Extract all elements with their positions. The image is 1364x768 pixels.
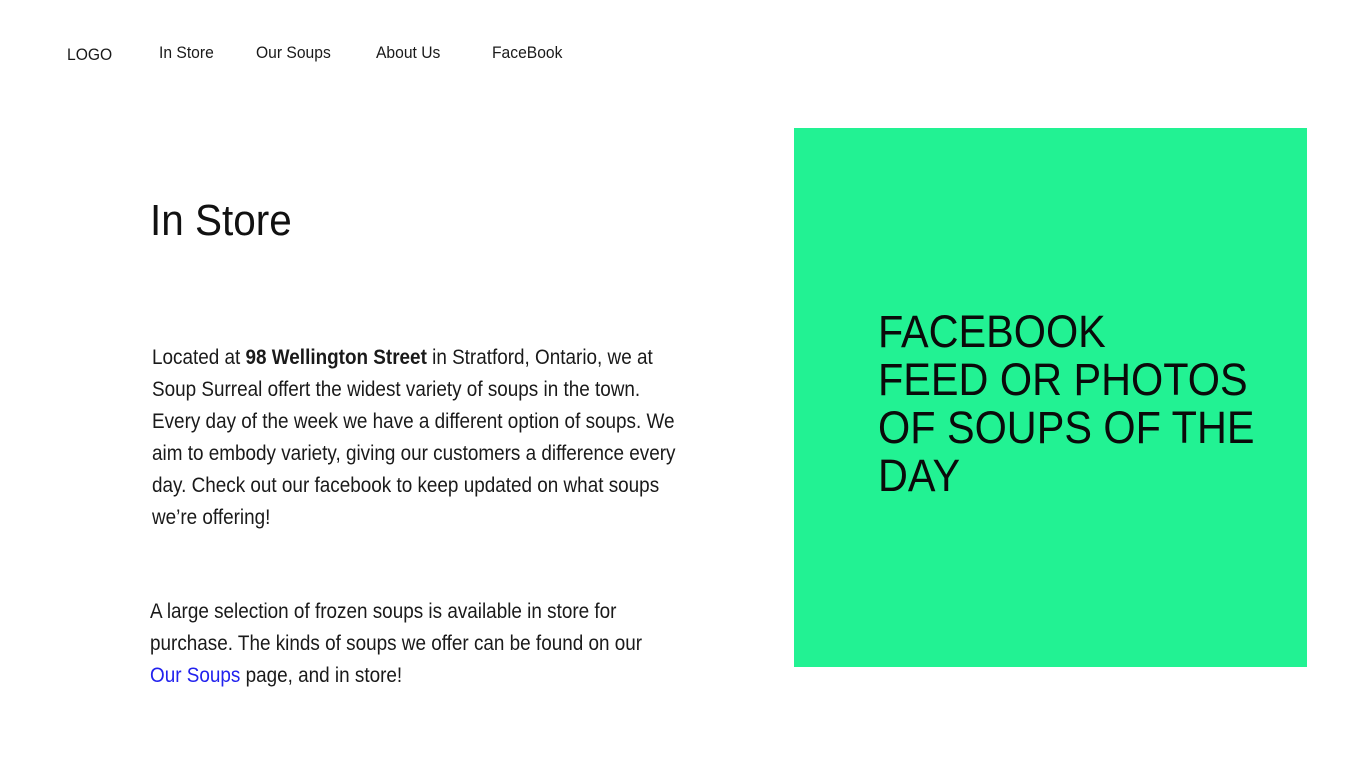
placeholder-line: OF SOUPS OF THE: [878, 402, 1255, 453]
top-nav: LOGO In Store Our Soups About Us FaceBoo…: [0, 42, 700, 66]
frozen-text-end: page, and in store!: [240, 664, 403, 687]
placeholder-line: FACEBOOK: [878, 306, 1106, 357]
nav-item-about-us[interactable]: About Us: [376, 42, 440, 64]
nav-item-in-store[interactable]: In Store: [159, 42, 214, 64]
store-address: 98 Wellington Street: [245, 346, 427, 369]
page-title: In Store: [150, 196, 292, 245]
intro-text-end: in Stratford, Ontario, we at Soup Surrea…: [152, 346, 676, 529]
frozen-soups-paragraph: A large selection of frozen soups is ava…: [150, 596, 650, 692]
page: LOGO In Store Our Soups About Us FaceBoo…: [0, 0, 1364, 768]
nav-item-facebook[interactable]: FaceBook: [492, 42, 562, 64]
nav-item-our-soups[interactable]: Our Soups: [256, 42, 331, 64]
intro-text-start: Located at: [152, 346, 246, 369]
facebook-feed-placeholder: FACEBOOK FEED OR PHOTOS OF SOUPS OF THE …: [794, 128, 1307, 667]
placeholder-line: FEED OR PHOTOS: [878, 354, 1248, 405]
our-soups-link[interactable]: Our Soups: [150, 664, 240, 687]
frozen-text-start: A large selection of frozen soups is ava…: [150, 600, 643, 655]
placeholder-line: DAY: [878, 450, 961, 501]
intro-paragraph: Located at 98 Wellington Street in Strat…: [152, 342, 692, 534]
facebook-placeholder-text: FACEBOOK FEED OR PHOTOS OF SOUPS OF THE …: [878, 308, 1264, 500]
logo[interactable]: LOGO: [67, 44, 112, 66]
